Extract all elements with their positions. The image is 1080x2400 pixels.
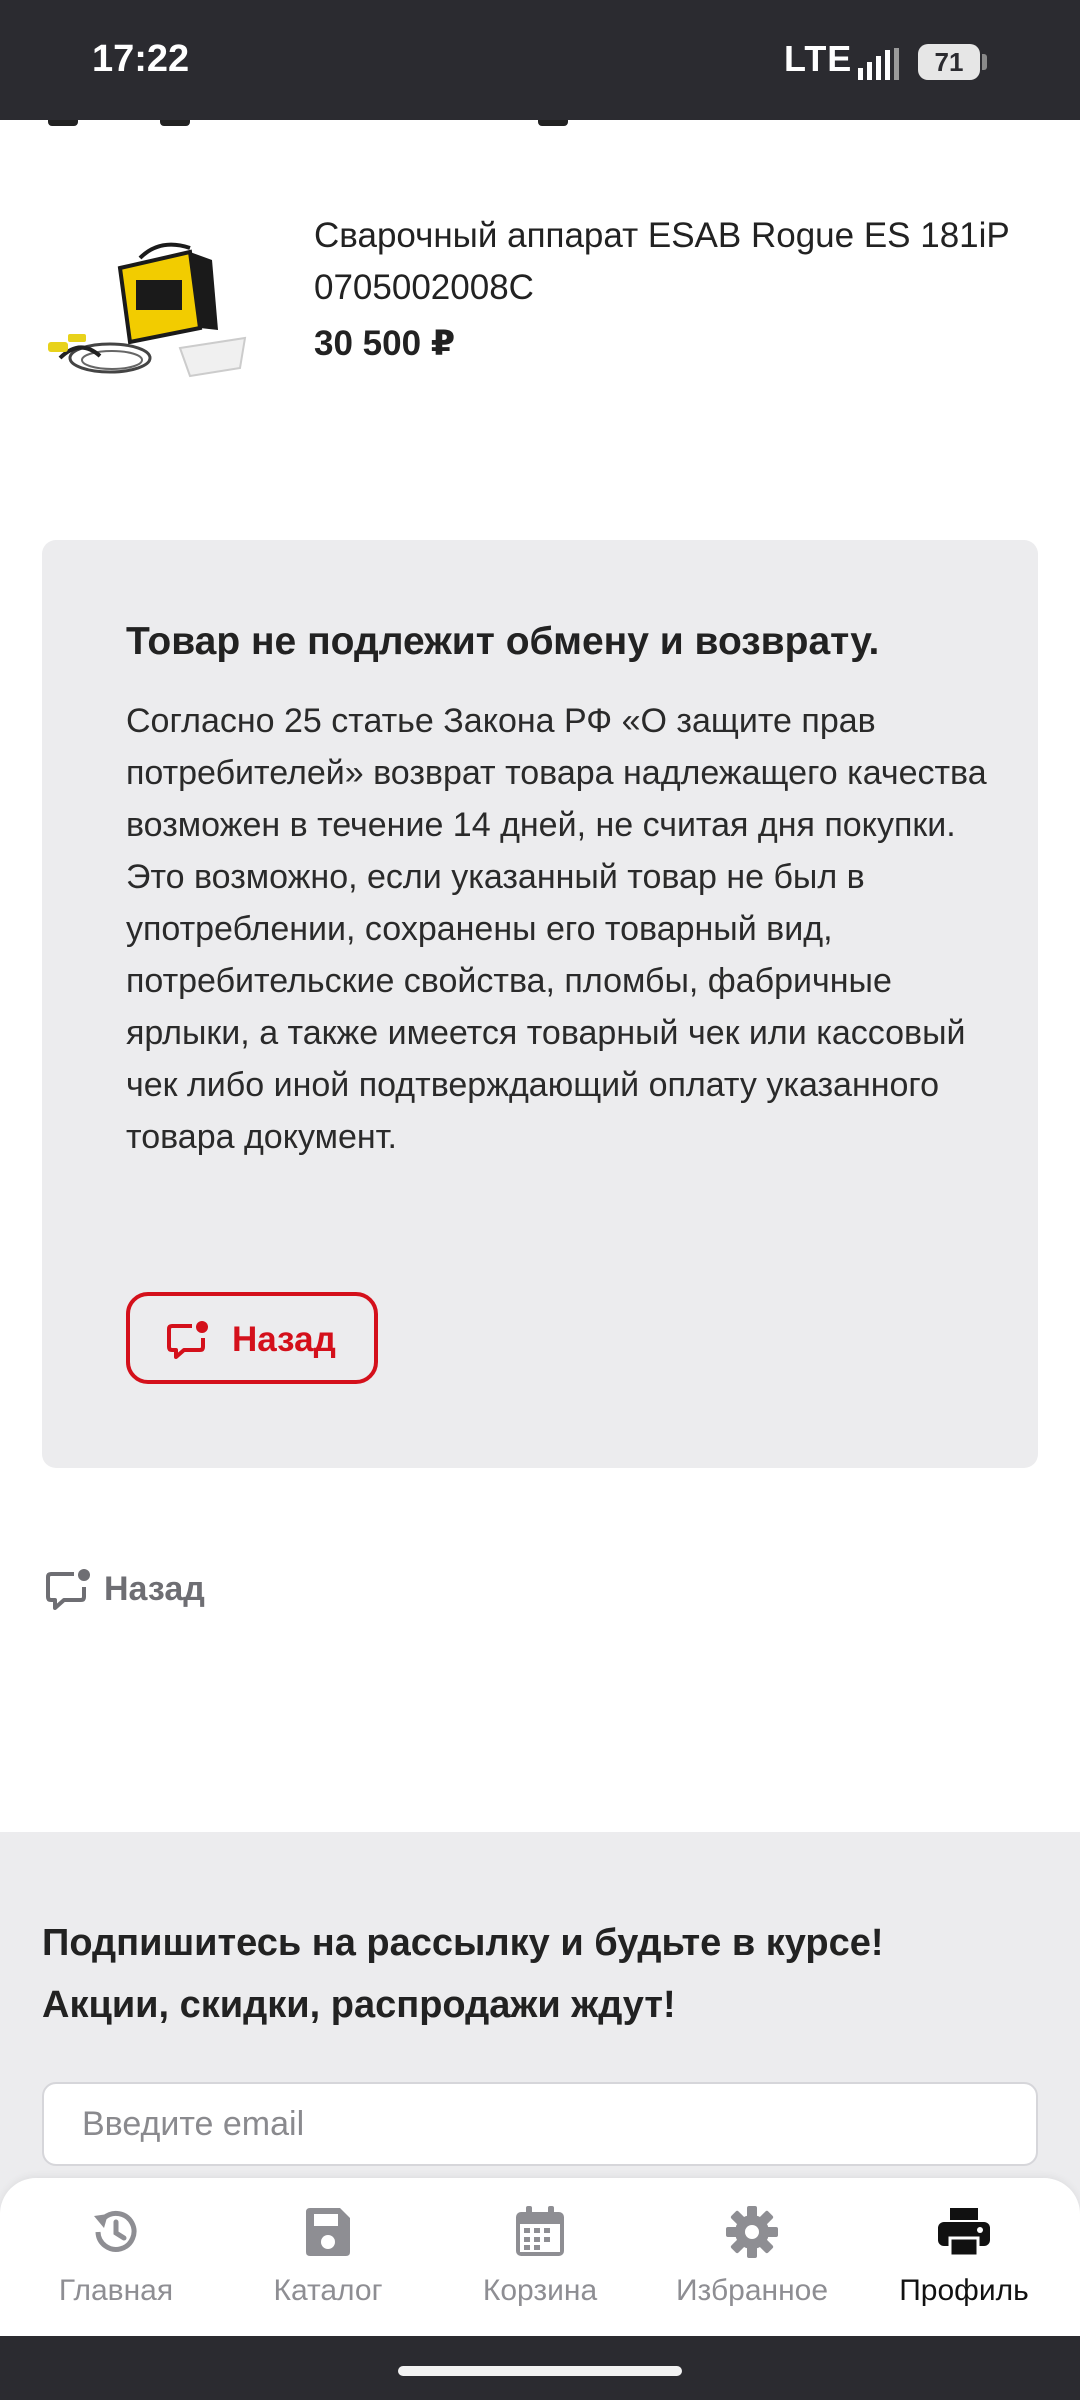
nav-label-profile: Профиль (899, 2274, 1029, 2307)
newsletter-title-line1: Подпишитесь на рассылку и будьте в курсе… (42, 1922, 884, 1964)
nav-item-favorites[interactable]: Избранное (646, 2202, 858, 2322)
nav-label-home: Главная (58, 2274, 174, 2307)
calendar-icon (516, 2206, 564, 2256)
chat-notification-icon (46, 1569, 90, 1610)
printer-icon (938, 2208, 990, 2258)
gear-icon (726, 2206, 778, 2258)
network-type: LTE (784, 38, 853, 79)
status-time: 17:22 (92, 38, 190, 80)
email-input[interactable] (42, 2082, 1038, 2166)
welding-machine-image (48, 242, 247, 378)
nav-item-cart[interactable]: Корзина (434, 2202, 646, 2322)
clipped-heading (0, 120, 1080, 134)
nav-item-catalog[interactable]: Каталог (222, 2202, 434, 2322)
nav-label-catalog: Каталог (273, 2274, 383, 2307)
back-link-label: Назад (104, 1570, 205, 1608)
newsletter-title: Подпишитесь на рассылку и будьте в курсе… (42, 1912, 1042, 2036)
home-indicator[interactable] (398, 2366, 682, 2376)
product-card[interactable]: Сварочный аппарат ESAB Rogue ES 181iP 07… (40, 200, 1040, 400)
gesture-bar (0, 2336, 1080, 2400)
history-icon (94, 2210, 137, 2252)
notice-text: Согласно 25 статье Закона РФ «О защите п… (126, 702, 987, 1156)
nav-label-cart: Корзина (482, 2274, 598, 2307)
save-icon (306, 2208, 350, 2256)
chat-notification-icon (167, 1321, 208, 1359)
nav-item-profile[interactable]: Профиль (858, 2202, 1070, 2322)
status-bar: 17:22 LTE 71 (0, 0, 1080, 120)
newsletter-title-line2: Акции, скидки, распродажи ждут! (42, 1984, 676, 2026)
battery-icon: 71 (918, 44, 980, 80)
nav-label-favorites: Избранное (675, 2274, 829, 2307)
back-button[interactable]: Назад (126, 1292, 378, 1384)
battery-tip (982, 54, 987, 70)
bottom-nav: Главная Каталог Корзина Избранное Профил… (0, 2178, 1080, 2336)
nav-item-home[interactable]: Главная (10, 2202, 222, 2322)
product-price: 30 500 ₽ (314, 324, 456, 363)
return-policy-notice: Товар не подлежит обмену и возврату. Сог… (42, 540, 1038, 1468)
back-button-label: Назад (232, 1320, 336, 1359)
notice-title: Товар не подлежит обмену и возврату. (126, 620, 880, 663)
signal-icon (858, 48, 899, 80)
product-name[interactable]: Сварочный аппарат ESAB Rogue ES 181iP 07… (314, 210, 1074, 314)
